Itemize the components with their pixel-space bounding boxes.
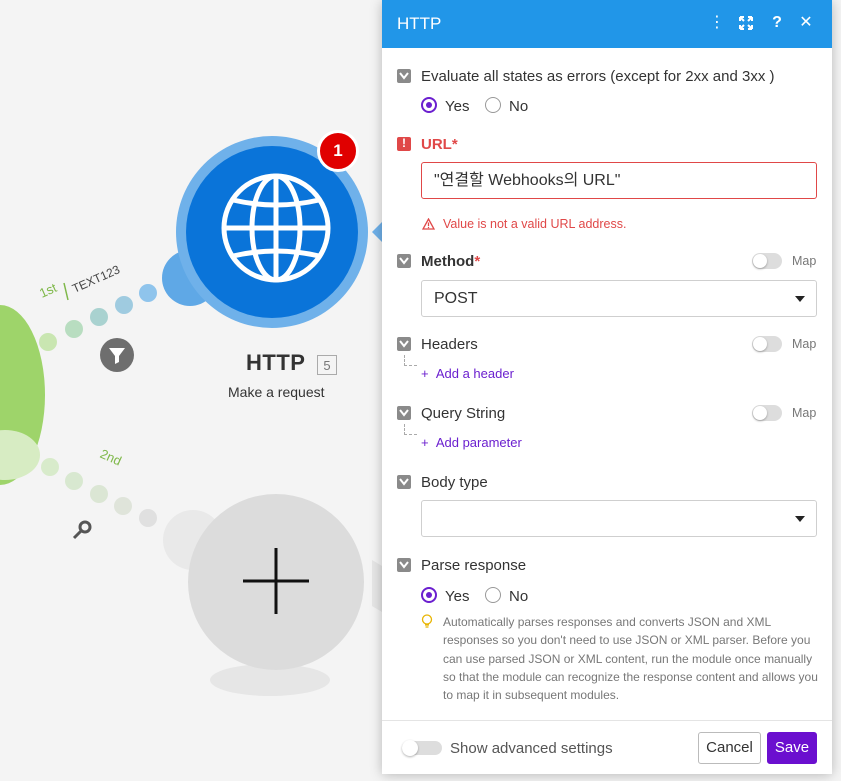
method-map-toggle[interactable]	[752, 253, 782, 269]
collapse-evaluate-icon[interactable]	[397, 69, 411, 83]
module-settings-panel: HTTP ⋮ ? ✕ Evaluate all states as errors…	[382, 0, 832, 774]
parse-no-radio[interactable]	[485, 587, 501, 603]
panel-header: HTTP ⋮ ? ✕	[382, 0, 832, 48]
parse-response-hint: Automatically parses responses and conve…	[443, 615, 818, 703]
parse-yes-radio[interactable]	[421, 587, 437, 603]
parse-response-label: Parse response	[421, 557, 527, 574]
tree-connector	[404, 424, 417, 435]
body-type-select[interactable]	[421, 500, 817, 537]
add-header-button[interactable]: + Add a header	[421, 366, 514, 381]
filter-icon[interactable]	[100, 338, 134, 372]
module-id: 5	[317, 355, 337, 375]
collapse-headers-icon[interactable]	[397, 337, 411, 351]
collapse-body-type-icon[interactable]	[397, 475, 411, 489]
method-map-label: Map	[792, 254, 817, 268]
body-type-label: Body type	[421, 474, 488, 491]
evaluate-yes-label[interactable]: Yes	[445, 98, 469, 115]
collapse-query-icon[interactable]	[397, 406, 411, 420]
evaluate-yes-radio[interactable]	[421, 97, 437, 113]
query-map-toggle[interactable]	[752, 405, 782, 421]
error-icon: !	[397, 136, 411, 151]
tree-connector	[404, 355, 417, 366]
chevron-down-icon	[795, 516, 805, 522]
url-label: URL*	[421, 136, 458, 153]
collapse-parse-icon[interactable]	[397, 558, 411, 572]
help-icon[interactable]: ?	[766, 12, 788, 34]
cancel-button[interactable]: Cancel	[698, 732, 761, 764]
module-subtitle: Make a request	[228, 384, 325, 400]
route-label-divider	[63, 282, 69, 301]
add-parameter-button[interactable]: + Add parameter	[421, 435, 522, 450]
method-label: Method*	[421, 253, 481, 270]
http-module[interactable]	[186, 146, 358, 318]
evaluate-errors-label: Evaluate all states as errors (except fo…	[421, 68, 775, 85]
panel-footer: Show advanced settings Cancel Save	[382, 720, 832, 774]
headers-map-label: Map	[792, 337, 817, 351]
panel-title: HTTP	[397, 14, 442, 33]
collapse-method-icon[interactable]	[397, 254, 411, 268]
route-2-connector[interactable]	[41, 458, 157, 527]
method-select[interactable]: POST	[421, 280, 817, 317]
parse-no-label[interactable]: No	[509, 588, 528, 605]
query-string-label: Query String	[421, 405, 506, 422]
wrench-icon[interactable]	[72, 520, 92, 540]
save-button[interactable]: Save	[767, 732, 817, 764]
more-icon[interactable]: ⋮	[706, 12, 728, 34]
error-count-badge: 1	[317, 130, 359, 172]
close-icon[interactable]: ✕	[795, 12, 817, 34]
url-input[interactable]: "연결할 Webhooks의 URL"	[421, 162, 817, 199]
evaluate-no-radio[interactable]	[485, 97, 501, 113]
advanced-settings-label[interactable]: Show advanced settings	[450, 740, 613, 757]
add-module-output-handle	[372, 560, 382, 612]
globe-icon	[221, 173, 331, 283]
module-output-handle[interactable]	[372, 222, 382, 242]
warning-icon	[421, 217, 436, 235]
parse-yes-label[interactable]: Yes	[445, 588, 469, 605]
evaluate-no-label[interactable]: No	[509, 98, 528, 115]
query-map-label: Map	[792, 406, 817, 420]
url-error-message: Value is not a valid URL address.	[443, 217, 627, 231]
chevron-down-icon	[795, 296, 805, 302]
lightbulb-icon	[421, 614, 433, 634]
advanced-settings-toggle[interactable]	[402, 740, 442, 756]
headers-map-toggle[interactable]	[752, 336, 782, 352]
expand-icon[interactable]	[735, 12, 757, 34]
panel-body: Evaluate all states as errors (except fo…	[382, 48, 832, 720]
module-name: HTTP	[246, 350, 306, 375]
headers-label: Headers	[421, 336, 478, 353]
method-value: POST	[434, 290, 478, 307]
